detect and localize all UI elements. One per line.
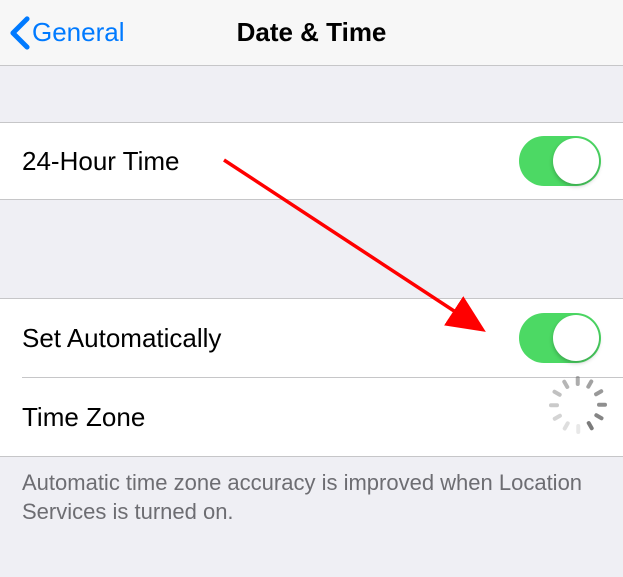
toggle-set-automatically[interactable] xyxy=(519,313,601,363)
section-spacer xyxy=(0,200,623,298)
section-spacer xyxy=(0,66,623,122)
toggle-24hour-time[interactable] xyxy=(519,136,601,186)
page-title: Date & Time xyxy=(237,17,387,48)
row-24hour-time[interactable]: 24-Hour Time xyxy=(0,122,623,200)
toggle-knob xyxy=(553,138,599,184)
loading-spinner-icon xyxy=(561,400,595,434)
nav-bar: General Date & Time xyxy=(0,0,623,66)
row-set-automatically[interactable]: Set Automatically xyxy=(0,299,623,377)
row-label: 24-Hour Time xyxy=(22,146,180,177)
footer-text: Automatic time zone accuracy is improved… xyxy=(0,457,623,538)
toggle-knob xyxy=(553,315,599,361)
back-button[interactable]: General xyxy=(0,16,125,50)
row-label: Time Zone xyxy=(22,402,145,433)
row-label: Set Automatically xyxy=(22,323,221,354)
back-label: General xyxy=(32,17,125,48)
chevron-left-icon xyxy=(10,16,30,50)
date-time-group: Set Automatically Time Zone xyxy=(0,298,623,457)
row-time-zone[interactable]: Time Zone xyxy=(0,378,623,456)
